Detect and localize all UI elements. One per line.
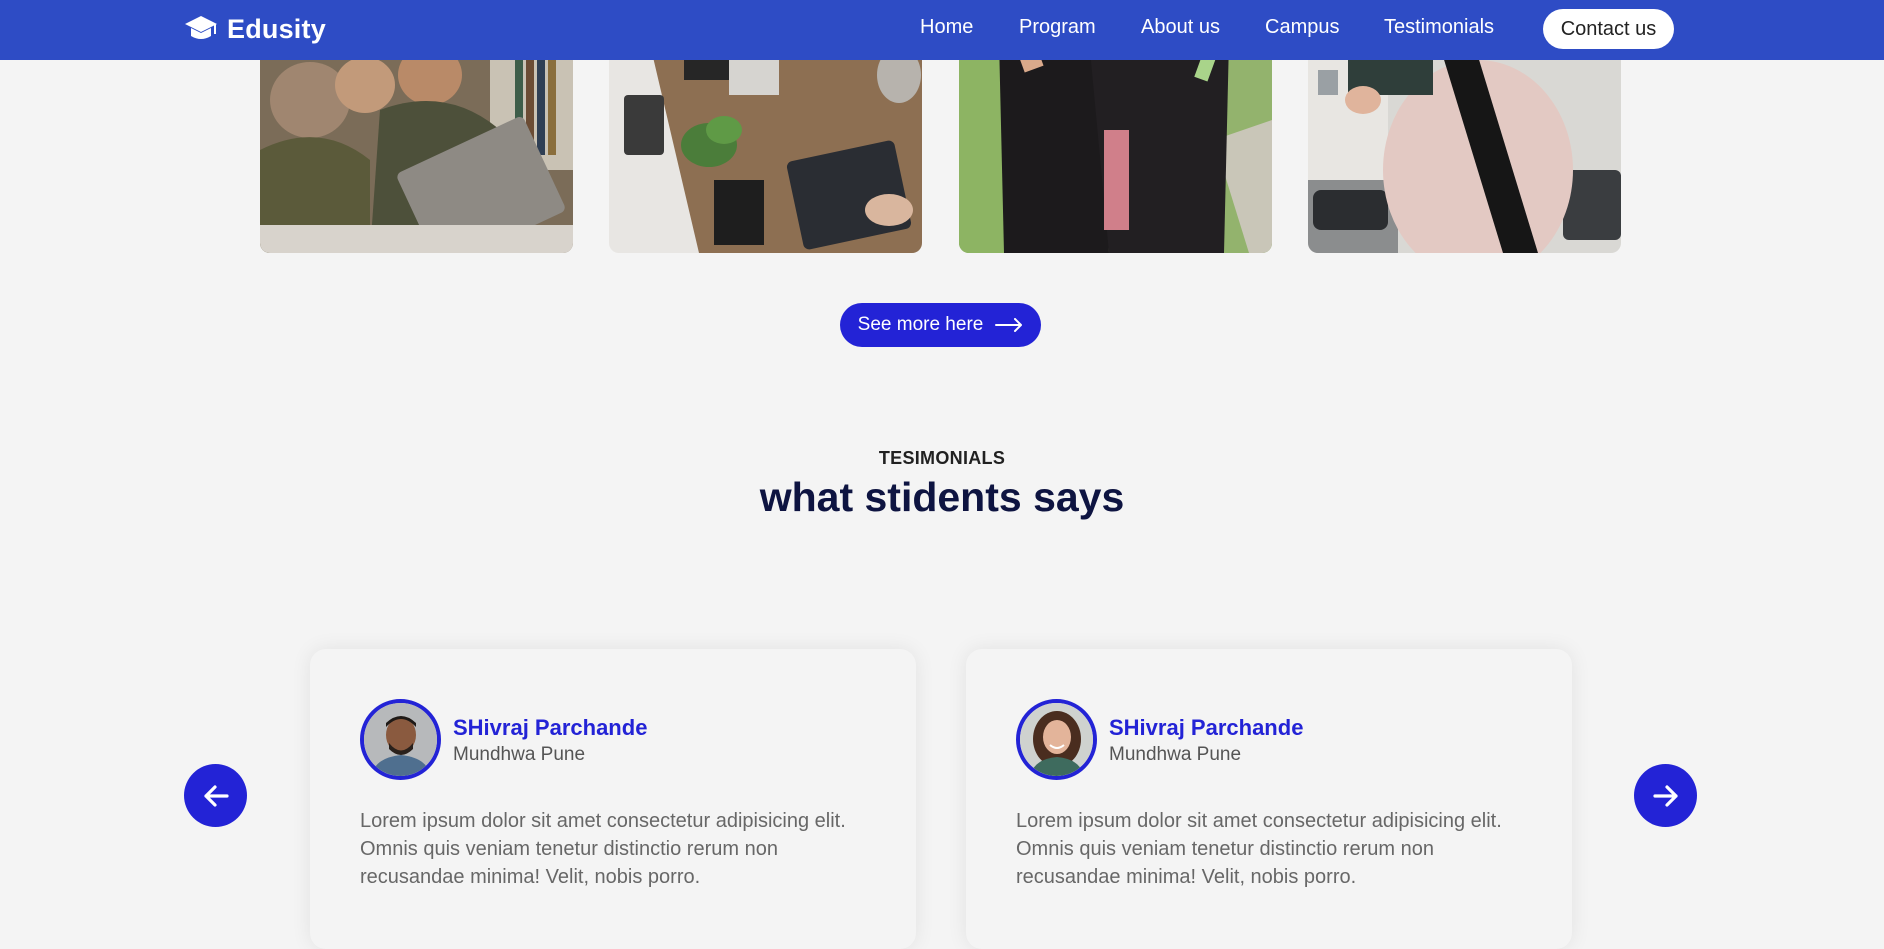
next-button[interactable] bbox=[1634, 764, 1697, 827]
see-more-button[interactable]: See more here bbox=[840, 303, 1041, 347]
person-name: SHivraj Parchande bbox=[1109, 715, 1304, 740]
logo[interactable]: Edusity bbox=[183, 11, 326, 47]
nav-link-home[interactable]: Home bbox=[920, 16, 973, 39]
testimonial-card: SHivraj Parchande Mundhwa Pune Lorem ips… bbox=[966, 649, 1572, 949]
campus-photo-graduate-sash[interactable] bbox=[1308, 40, 1621, 253]
campus-photo-desk[interactable] bbox=[609, 40, 922, 253]
see-more-label: See more here bbox=[857, 314, 984, 335]
testimonial-card: SHivraj Parchande Mundhwa Pune Lorem ips… bbox=[310, 649, 916, 949]
section-tag: TESIMONIALS bbox=[878, 448, 1006, 468]
graduation-cap-icon bbox=[185, 16, 217, 39]
nav-link-program[interactable]: Program bbox=[1019, 16, 1096, 39]
arrow-left-icon bbox=[203, 784, 229, 807]
testimonial-quote: Lorem ipsum dolor sit amet consectetur a… bbox=[1016, 810, 1502, 888]
person-name: SHivraj Parchande bbox=[453, 715, 648, 740]
prev-button[interactable] bbox=[184, 764, 247, 827]
person-location: Mundhwa Pune bbox=[1109, 744, 1242, 765]
testimonial-quote: Lorem ipsum dolor sit amet consectetur a… bbox=[360, 810, 846, 888]
navbar: Edusity Home Program About us Campus Tes… bbox=[0, 0, 1884, 60]
nav-link-testimonials[interactable]: Testimonials bbox=[1384, 16, 1494, 39]
campus-photo-students-laptop[interactable] bbox=[260, 40, 573, 253]
person-location: Mundhwa Pune bbox=[453, 744, 586, 765]
arrow-right-icon bbox=[1652, 784, 1678, 807]
avatar bbox=[1016, 699, 1097, 780]
campus-photo-graduates[interactable] bbox=[959, 40, 1272, 253]
contact-button[interactable]: Contact us bbox=[1543, 9, 1674, 49]
nav-link-about[interactable]: About us bbox=[1141, 16, 1220, 39]
logo-text: Edusity bbox=[227, 13, 326, 44]
arrow-right-icon bbox=[995, 318, 1023, 332]
avatar bbox=[360, 699, 441, 780]
nav-link-campus[interactable]: Campus bbox=[1265, 16, 1339, 39]
section-title: what stidents says bbox=[759, 474, 1125, 520]
